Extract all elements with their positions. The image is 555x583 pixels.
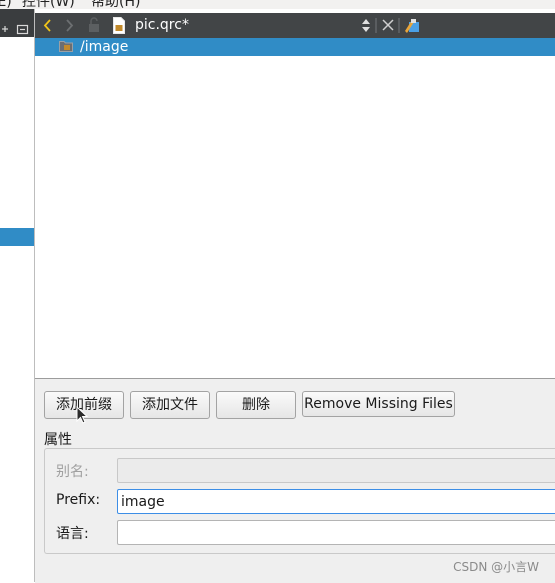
lock-icon: [87, 13, 101, 38]
delete-button[interactable]: 删除: [216, 391, 296, 419]
folder-icon: [59, 40, 73, 52]
forward-icon[interactable]: [62, 13, 78, 38]
menu-item-help[interactable]: 帮助(H): [91, 0, 140, 11]
resource-tree[interactable]: /image: [35, 38, 555, 378]
left-sidebar-selected-item[interactable]: [0, 228, 34, 246]
qrc-file-icon: [112, 13, 126, 38]
properties-group: 别名: Prefix: 语言:: [44, 448, 555, 554]
alias-field: [117, 458, 555, 483]
up-down-arrows-icon[interactable]: [359, 13, 373, 38]
close-icon[interactable]: [380, 13, 396, 38]
split-icon[interactable]: [403, 13, 421, 38]
toolbar-separator: [375, 18, 377, 33]
alias-input: [118, 459, 555, 482]
prefix-field[interactable]: [117, 489, 555, 514]
left-sidebar: [0, 9, 35, 582]
editor-toolbar: pic.qrc*: [35, 13, 555, 38]
language-field[interactable]: [117, 520, 555, 545]
left-sidebar-header: [0, 9, 34, 37]
language-input[interactable]: [118, 521, 555, 544]
toolbar-separator-2: [398, 18, 400, 33]
file-name[interactable]: pic.qrc*: [135, 13, 189, 38]
language-label: 语言:: [56, 526, 89, 542]
mouse-cursor-icon: [76, 406, 88, 424]
alias-label: 别名:: [56, 464, 89, 480]
watermark: CSDN @小言W: [453, 560, 539, 574]
prefix-label: Prefix:: [56, 492, 101, 508]
resource-properties-panel: 添加前缀 添加文件 删除 Remove Missing Files 属性 别名:…: [35, 378, 555, 583]
sidebar-tool-icons[interactable]: [0, 9, 34, 37]
add-files-button[interactable]: 添加文件: [130, 391, 210, 419]
remove-missing-files-button[interactable]: Remove Missing Files: [302, 391, 455, 417]
prefix-input[interactable]: [118, 490, 555, 513]
properties-group-title: 属性: [44, 432, 72, 448]
tree-item-label: /image: [80, 39, 129, 55]
back-icon[interactable]: [39, 13, 55, 38]
menu-bar: 辑(E) 控件(W) 帮助(H): [0, 0, 555, 11]
tree-item[interactable]: /image: [35, 38, 555, 56]
